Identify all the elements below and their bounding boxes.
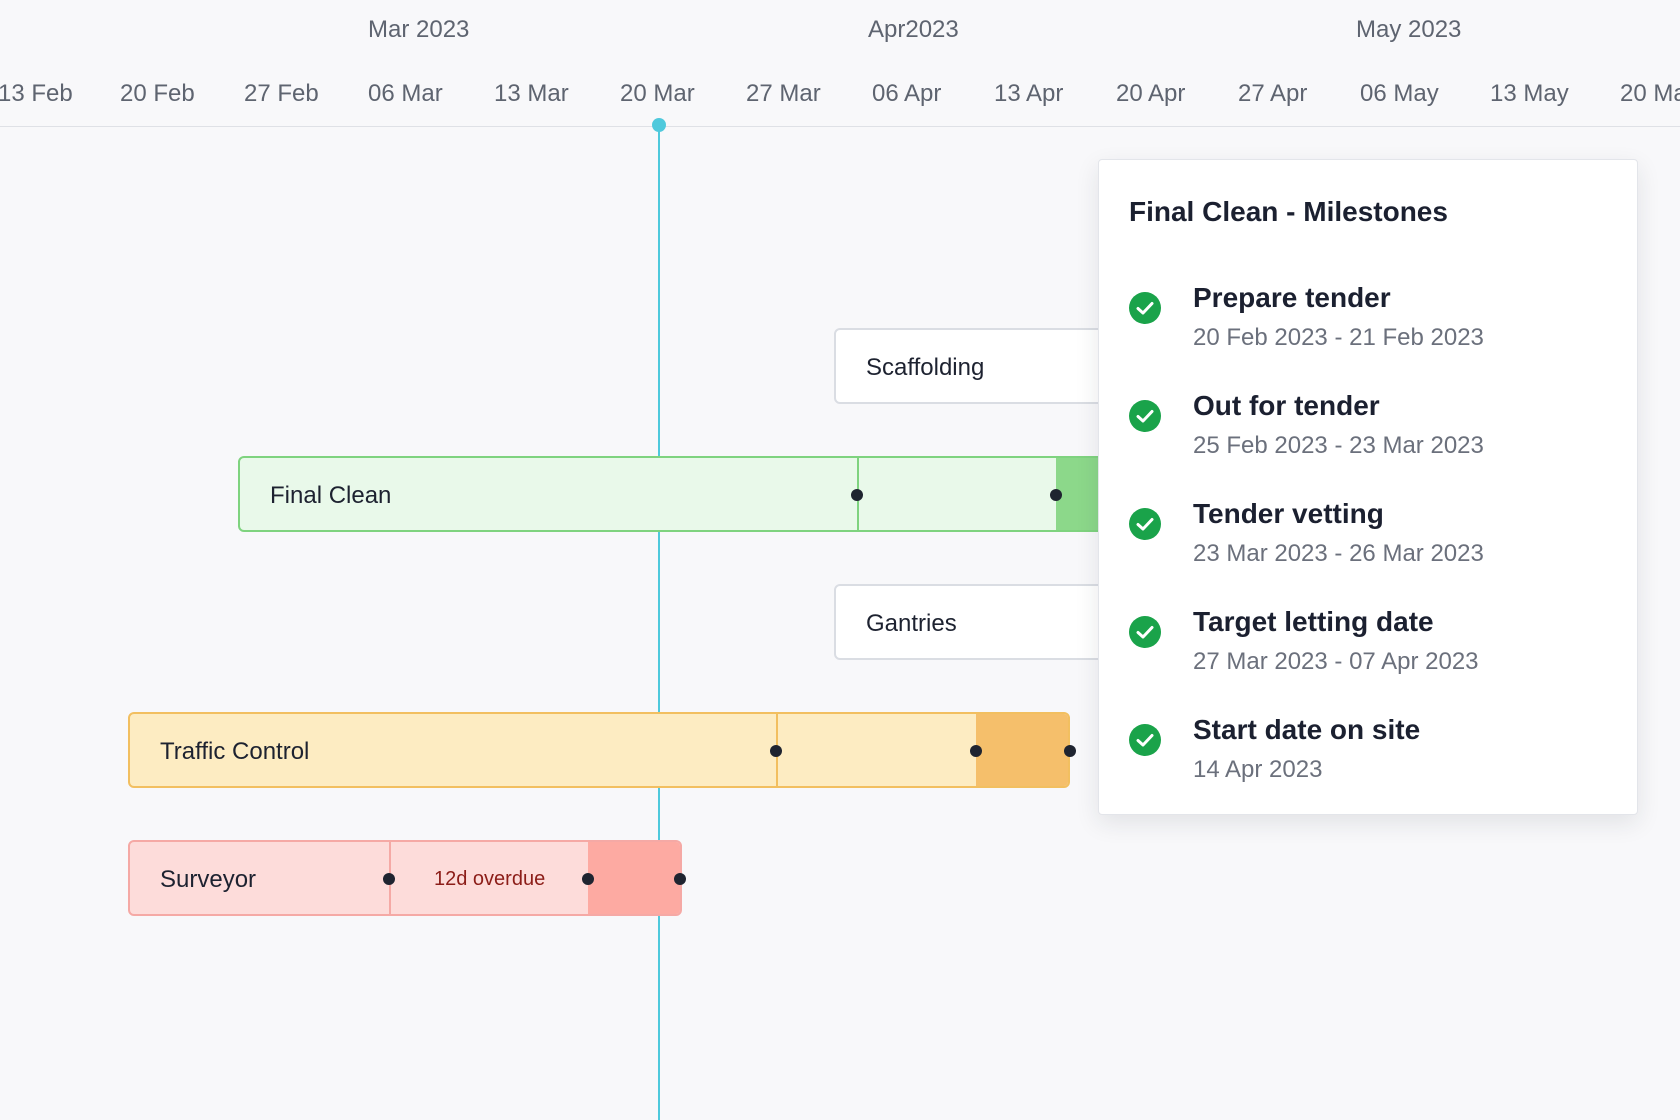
milestone-item[interactable]: Target letting date 27 Mar 2023 - 07 Apr… bbox=[1129, 606, 1609, 702]
milestone-name: Start date on site bbox=[1193, 714, 1421, 745]
month-label-may: May 2023 bbox=[1356, 16, 1462, 43]
today-line bbox=[658, 126, 660, 1120]
task-bar-scaffolding[interactable]: Scaffolding bbox=[834, 328, 1134, 404]
milestone-dot[interactable] bbox=[1064, 745, 1076, 757]
popover-title: Final Clean - Milestones bbox=[1129, 196, 1448, 227]
overdue-label: 12d overdue bbox=[434, 868, 546, 890]
milestones-popover: Final Clean - Milestones Prepare tender … bbox=[1098, 159, 1638, 815]
milestone-dot[interactable] bbox=[383, 873, 395, 885]
milestone-dot[interactable] bbox=[970, 745, 982, 757]
week-label: 06 Apr bbox=[872, 80, 942, 107]
task-label: Surveyor bbox=[160, 866, 257, 893]
task-label: Gantries bbox=[866, 610, 957, 637]
check-circle-icon bbox=[1129, 400, 1161, 432]
check-circle-icon bbox=[1129, 508, 1161, 540]
milestone-item[interactable]: Tender vetting 23 Mar 2023 - 26 Mar 2023 bbox=[1129, 498, 1609, 594]
milestone-dot[interactable] bbox=[1050, 489, 1062, 501]
week-label: 13 Feb bbox=[0, 80, 73, 107]
week-label: 06 May bbox=[1360, 80, 1439, 107]
week-label: 20 Apr bbox=[1116, 80, 1186, 107]
milestone-item[interactable]: Start date on site 14 Apr 2023 bbox=[1129, 714, 1609, 810]
week-label: 27 Mar bbox=[746, 80, 821, 107]
week-label: 20 Ma bbox=[1620, 80, 1680, 107]
month-label-apr: Apr2023 bbox=[868, 16, 959, 43]
milestone-dates: 25 Feb 2023 - 23 Mar 2023 bbox=[1193, 432, 1484, 459]
task-bar-final-clean[interactable]: Final Clean bbox=[238, 456, 1138, 532]
week-label: 27 Feb bbox=[244, 80, 319, 107]
milestone-dot[interactable] bbox=[582, 873, 594, 885]
week-label: 27 Apr bbox=[1238, 80, 1308, 107]
task-bar-surveyor[interactable]: Surveyor 12d overdue bbox=[128, 840, 686, 916]
check-circle-icon bbox=[1129, 724, 1161, 756]
milestone-item[interactable]: Prepare tender 20 Feb 2023 - 21 Feb 2023 bbox=[1129, 282, 1609, 378]
milestone-dates: 14 Apr 2023 bbox=[1193, 756, 1323, 783]
month-label-mar: Mar 2023 bbox=[368, 16, 470, 43]
milestone-dot[interactable] bbox=[851, 489, 863, 501]
task-bar-traffic-control[interactable]: Traffic Control bbox=[128, 712, 1076, 788]
milestone-dates: 27 Mar 2023 - 07 Apr 2023 bbox=[1193, 648, 1479, 675]
task-label: Final Clean bbox=[270, 482, 392, 509]
week-label: 20 Feb bbox=[120, 80, 195, 107]
milestone-item[interactable]: Out for tender 25 Feb 2023 - 23 Mar 2023 bbox=[1129, 390, 1609, 486]
week-label: 13 Apr bbox=[994, 80, 1064, 107]
check-circle-icon bbox=[1129, 292, 1161, 324]
milestone-name: Target letting date bbox=[1193, 606, 1434, 637]
milestone-dot[interactable] bbox=[674, 873, 686, 885]
week-label: 13 May bbox=[1490, 80, 1569, 107]
milestone-name: Out for tender bbox=[1193, 390, 1380, 421]
week-header: 13 Feb 20 Feb 27 Feb 06 Mar 13 Mar 20 Ma… bbox=[0, 64, 1680, 126]
week-label: 13 Mar bbox=[494, 80, 569, 107]
check-circle-icon bbox=[1129, 616, 1161, 648]
milestone-name: Tender vetting bbox=[1193, 498, 1384, 529]
today-marker[interactable] bbox=[652, 118, 666, 132]
week-label: 06 Mar bbox=[368, 80, 443, 107]
milestone-dates: 20 Feb 2023 - 21 Feb 2023 bbox=[1193, 324, 1484, 351]
week-label: 20 Mar bbox=[620, 80, 695, 107]
header-divider bbox=[0, 126, 1680, 127]
milestone-dot[interactable] bbox=[770, 745, 782, 757]
task-bar-gantries[interactable]: Gantries bbox=[834, 584, 1134, 660]
task-label: Scaffolding bbox=[866, 354, 985, 381]
milestone-dates: 23 Mar 2023 - 26 Mar 2023 bbox=[1193, 540, 1484, 567]
bar-overrun-segment bbox=[588, 842, 680, 914]
month-header: Mar 2023 Apr2023 May 2023 bbox=[0, 0, 1680, 64]
task-label: Traffic Control bbox=[160, 738, 310, 765]
milestone-name: Prepare tender bbox=[1193, 282, 1391, 313]
bar-overrun-segment bbox=[976, 714, 1068, 786]
